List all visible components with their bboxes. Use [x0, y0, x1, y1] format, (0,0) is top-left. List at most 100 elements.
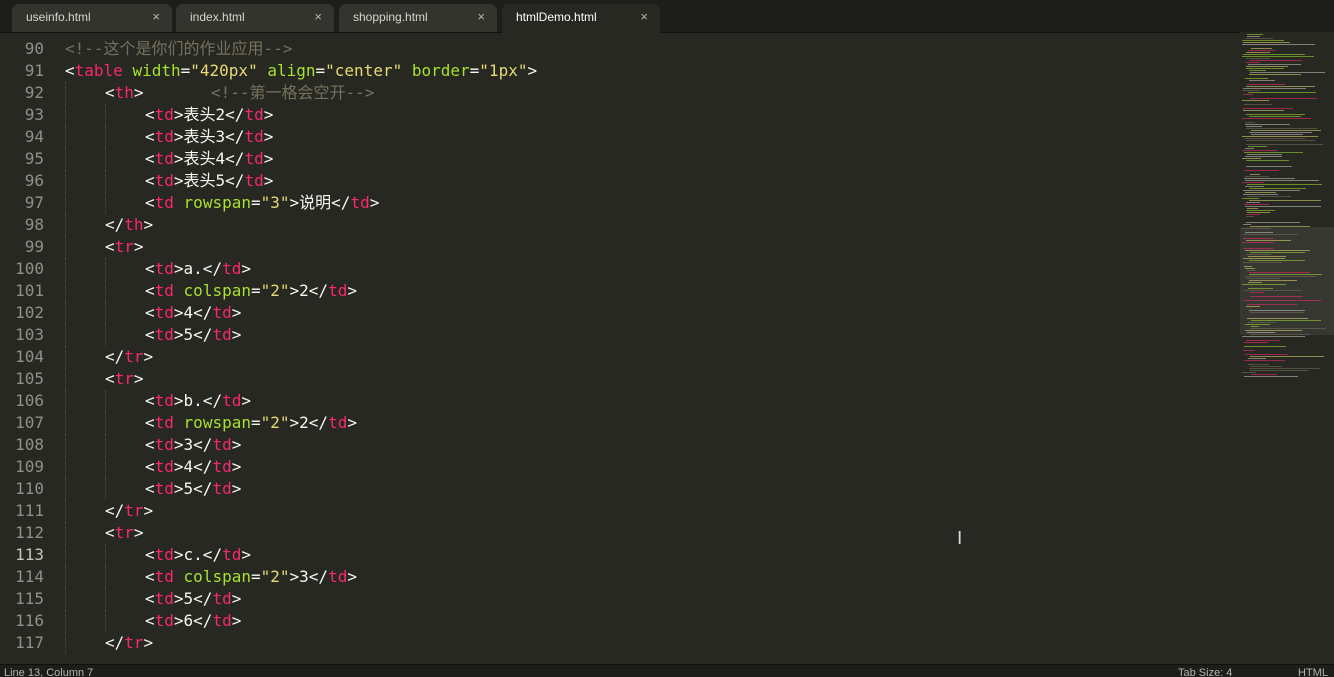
- minimap-line: [1245, 124, 1290, 125]
- code-line[interactable]: <td rowspan="3">说明</td>: [65, 192, 1235, 214]
- minimap-line: [1244, 178, 1295, 179]
- code-token: td: [212, 589, 232, 608]
- line-number: 106: [15, 391, 44, 410]
- minimap-line: [1242, 150, 1277, 151]
- code-line[interactable]: <td>6</td>: [65, 610, 1235, 632]
- tab-index[interactable]: index.html ×: [176, 4, 334, 32]
- code-line[interactable]: <table width="420px" align="center" bord…: [65, 60, 1235, 82]
- code-token: >: [369, 193, 380, 212]
- code-token: td: [212, 611, 232, 630]
- minimap-line: [1243, 190, 1300, 191]
- minimap-line: [1243, 224, 1251, 225]
- line-number: 113: [15, 545, 44, 564]
- code-token: td: [154, 281, 174, 300]
- code-line[interactable]: <td rowspan="2">2</td>: [65, 412, 1235, 434]
- code-token: td: [212, 435, 232, 454]
- code-line[interactable]: <td>表头5</td>: [65, 170, 1235, 192]
- code-line[interactable]: <tr>: [65, 522, 1235, 544]
- indent-guide: [65, 434, 66, 456]
- code-token: >a.</: [173, 259, 223, 278]
- code-line[interactable]: <td>5</td>: [65, 478, 1235, 500]
- code-token: <: [145, 391, 155, 410]
- tab-useinfo[interactable]: useinfo.html ×: [12, 4, 172, 32]
- code-line[interactable]: <td>表头4</td>: [65, 148, 1235, 170]
- minimap-line: [1249, 80, 1275, 81]
- minimap-line: [1246, 126, 1262, 127]
- code-line[interactable]: <td>表头2</td>: [65, 104, 1235, 126]
- code-line[interactable]: <td colspan="2">2</td>: [65, 280, 1235, 302]
- code-token: >: [347, 567, 357, 586]
- code-token: td: [222, 391, 242, 410]
- code-token: colspan: [183, 281, 251, 300]
- code-line[interactable]: <td>b.</td>: [65, 390, 1235, 412]
- code-token: <: [65, 61, 75, 80]
- minimap[interactable]: [1240, 32, 1334, 664]
- code-line[interactable]: <td>4</td>: [65, 456, 1235, 478]
- code-line[interactable]: <td>表头3</td>: [65, 126, 1235, 148]
- syntax-selector[interactable]: HTML: [1298, 665, 1328, 677]
- tab-label: useinfo.html: [26, 10, 91, 24]
- code-editor[interactable]: <!--这个是你们的作业应用--> <table width="420px" al…: [65, 38, 1235, 654]
- minimap-line: [1242, 158, 1261, 159]
- code-line[interactable]: <tr>: [65, 236, 1235, 258]
- code-line[interactable]: </th>: [65, 214, 1235, 236]
- indent-guide: [65, 390, 66, 412]
- code-token: td: [350, 193, 370, 212]
- code-token: >: [231, 589, 242, 608]
- minimap-line: [1250, 328, 1326, 329]
- close-icon[interactable]: ×: [477, 4, 485, 30]
- code-token: >表头5</: [173, 171, 245, 190]
- minimap-line: [1245, 354, 1288, 355]
- code-line[interactable]: <td>a.</td>: [65, 258, 1235, 280]
- code-line[interactable]: </tr>: [65, 346, 1235, 368]
- close-icon[interactable]: ×: [640, 4, 648, 30]
- minimap-line: [1247, 208, 1258, 209]
- tab-shopping[interactable]: shopping.html ×: [339, 4, 497, 32]
- minimap-line: [1244, 170, 1279, 171]
- code-line[interactable]: <td>4</td>: [65, 302, 1235, 324]
- code-token: td: [154, 171, 174, 190]
- minimap-line: [1250, 366, 1282, 367]
- code-token: table: [74, 61, 123, 80]
- code-line[interactable]: </tr>: [65, 500, 1235, 522]
- code-line[interactable]: <td>5</td>: [65, 324, 1235, 346]
- line-number: 97: [24, 193, 44, 212]
- code-token: <: [145, 611, 155, 630]
- minimap-line: [1249, 368, 1320, 369]
- code-token: td: [154, 193, 174, 212]
- code-token: "2": [260, 413, 290, 432]
- tab-label: shopping.html: [353, 10, 428, 24]
- close-icon[interactable]: ×: [152, 4, 160, 30]
- minimap-line: [1251, 326, 1259, 327]
- minimap-line: [1250, 312, 1304, 313]
- minimap-line: [1251, 134, 1303, 135]
- code-line[interactable]: <td>3</td>: [65, 434, 1235, 456]
- minimap-line: [1246, 254, 1271, 255]
- minimap-line: [1247, 304, 1297, 305]
- code-line[interactable]: <td>c.</td>: [65, 544, 1235, 566]
- code-line[interactable]: <tr>: [65, 368, 1235, 390]
- minimap-line: [1245, 138, 1305, 139]
- minimap-line: [1242, 182, 1264, 183]
- code-token: >: [263, 105, 274, 124]
- code-line[interactable]: <th> <!--第一格会空开-->: [65, 82, 1235, 104]
- line-number: 115: [15, 589, 44, 608]
- code-line[interactable]: <td>5</td>: [65, 588, 1235, 610]
- tab-htmldemo[interactable]: htmlDemo.html ×: [502, 4, 660, 33]
- minimap-line: [1245, 186, 1264, 187]
- code-token: >表头3</: [173, 127, 245, 146]
- code-token: </: [105, 633, 125, 652]
- code-token: tr: [114, 523, 134, 542]
- minimap-line: [1246, 38, 1273, 39]
- code-line[interactable]: <!--这个是你们的作业应用-->: [65, 38, 1235, 60]
- code-line[interactable]: </tr>: [65, 632, 1235, 654]
- code-token: <: [145, 589, 155, 608]
- tab-size-selector[interactable]: Tab Size: 4: [1178, 665, 1232, 677]
- code-token: >2</: [289, 413, 329, 432]
- code-line[interactable]: <td colspan="2">3</td>: [65, 566, 1235, 588]
- close-icon[interactable]: ×: [314, 4, 322, 30]
- code-token: >: [231, 303, 242, 322]
- minimap-line: [1246, 202, 1260, 203]
- minimap-line: [1243, 258, 1285, 259]
- minimap-line: [1251, 320, 1321, 321]
